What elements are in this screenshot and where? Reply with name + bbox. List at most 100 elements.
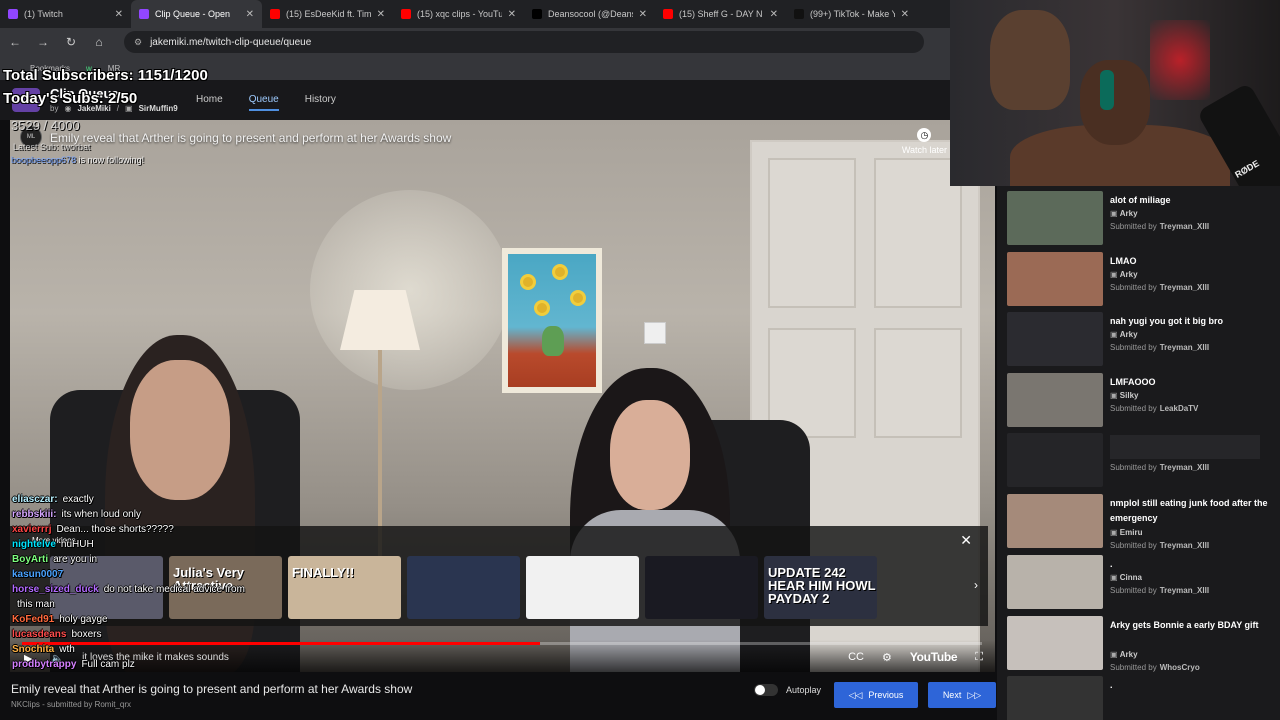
thumbnail-caption: UPDATE 242 HEAR HIM HOWL PAYDAY 2	[768, 565, 876, 606]
queue-item[interactable]: nah yugi you got it big bro ▣ Arky Submitt…	[1007, 312, 1272, 370]
queue-item[interactable]: . ▣ Cinna Submitted by Treyman_XIII	[1007, 555, 1272, 613]
queue-item-channel: ▣ Cinna	[1110, 573, 1142, 582]
site-info-icon[interactable]: ⚙	[134, 37, 142, 48]
browser-tab[interactable]: Deansocool (@Deansoc ✕	[524, 0, 655, 28]
chat-text: are you in	[53, 554, 98, 565]
chat-message: Snochita wth	[12, 642, 312, 657]
chat-message: this man	[12, 597, 312, 612]
related-video-thumbnail[interactable]	[407, 556, 520, 619]
chat-text: exactly	[62, 494, 94, 505]
captions-icon[interactable]: CC	[848, 651, 864, 663]
previous-button[interactable]: ◁◁ Previous	[834, 682, 918, 708]
queue-item-thumbnail[interactable]	[1007, 373, 1103, 427]
queue-item-thumbnail[interactable]	[1007, 191, 1103, 245]
related-video-thumbnail[interactable]	[526, 556, 639, 619]
queue-item[interactable]: alot of miliage ▣ Arky Submitted by Treyman…	[1007, 191, 1272, 249]
queue-item-title: Arky gets Bonnie a early BDAY gift	[1110, 620, 1259, 630]
total-subs: Total Subscribers: 1151/1200	[3, 67, 208, 84]
queue-item-thumbnail[interactable]	[1007, 312, 1103, 366]
autoplay-label: Autoplay	[786, 685, 822, 695]
close-tab-icon[interactable]: ✕	[770, 9, 778, 20]
submitter-name: Treyman_XIII	[1159, 222, 1210, 231]
url-field[interactable]: ⚙ jakemiki.me/twitch-clip-queue/queue	[124, 31, 924, 53]
queue-item[interactable]: nmplol still eating junk food after the …	[1007, 494, 1272, 552]
video-title-overlay[interactable]: Emily reveal that Arther is going to pre…	[50, 131, 451, 145]
submitter-name: Treyman_XIII	[1159, 283, 1210, 292]
queue-item[interactable]: .	[1007, 676, 1272, 720]
screen: (1) Twitch ✕ Clip Queue - Open ✕ (15) EsDeeK…	[0, 0, 1280, 720]
chat-text: this man	[17, 599, 55, 610]
gear-icon[interactable]: ⚙	[882, 651, 892, 664]
queue-item-submitter: Submitted by LeakDaTV	[1110, 404, 1198, 413]
channel-name: Arky	[1119, 209, 1138, 218]
queue-item-submitter: Submitted by Treyman_XIII	[1110, 586, 1209, 595]
chat-message: BoyArti are you in	[12, 552, 312, 567]
queue-item-thumbnail[interactable]	[1007, 555, 1103, 609]
related-video-thumbnail[interactable]	[645, 556, 758, 619]
queue-item[interactable]: Arky gets Bonnie a early BDAY gift ▣ Arky…	[1007, 616, 1272, 674]
tab-title: (15) xqc clips - YouTube	[417, 9, 502, 19]
watch-later-button[interactable]: ◷ Watch later	[902, 128, 947, 155]
toggle-switch[interactable]	[754, 684, 778, 696]
next-button[interactable]: Next ▷▷	[928, 682, 996, 708]
chat-username: nightelve	[12, 539, 56, 550]
submitted-prefix: Submitted by	[1110, 404, 1157, 413]
browser-tab[interactable]: Clip Queue - Open ✕	[131, 0, 262, 28]
tab-title: (99+) TikTok - Make You	[810, 9, 895, 19]
submitted-prefix: Submitted by	[1110, 541, 1157, 550]
queue-item-submitter: Submitted by Treyman_XIII	[1110, 222, 1209, 231]
tab-title: Deansocool (@Deansoc	[548, 9, 633, 19]
queue-item[interactable]: Submitted by Treyman_XIII	[1007, 433, 1272, 491]
channel-name: Silky	[1119, 391, 1139, 400]
channel-name: Emiru	[1119, 528, 1143, 537]
queue-item-thumbnail[interactable]	[1007, 494, 1103, 548]
queue-item[interactable]: LMAO ▣ Arky Submitted by Treyman_XIII	[1007, 252, 1272, 310]
chat-username: BoyArti	[12, 554, 49, 565]
fullscreen-icon[interactable]: ⛶	[975, 651, 983, 664]
latest-sub: Latest Sub: tworbat	[13, 142, 91, 152]
close-tab-icon[interactable]: ✕	[901, 9, 909, 20]
twitch-icon: ▣	[1110, 650, 1120, 659]
youtube-logo[interactable]: YouTube	[910, 650, 958, 664]
queue-item-thumbnail[interactable]	[1007, 616, 1103, 670]
browser-tab[interactable]: (99+) TikTok - Make You ✕	[786, 0, 917, 28]
queue-item-title: alot of miliage	[1110, 195, 1171, 205]
submitted-prefix: Submitted by	[1110, 463, 1157, 472]
chat-username: kasun0007	[12, 569, 64, 580]
close-icon[interactable]: ✕	[960, 532, 972, 549]
close-tab-icon[interactable]: ✕	[377, 9, 385, 20]
browser-tab[interactable]: (15) EsDeeKid ft. Timoth ✕	[262, 0, 393, 28]
nav-queue[interactable]: Queue	[248, 94, 279, 111]
submitter-name: Treyman_XIII	[1159, 343, 1210, 352]
reload-icon[interactable]: ↻	[64, 35, 78, 49]
nav-history[interactable]: History	[305, 94, 336, 111]
queue-item-thumbnail[interactable]	[1007, 433, 1103, 487]
chat-username: prodbytrappy	[12, 659, 77, 670]
close-tab-icon[interactable]: ✕	[508, 9, 516, 20]
todays-subs: Today's Subs: 2/50	[3, 90, 138, 107]
related-video-thumbnail[interactable]: UPDATE 242 HEAR HIM HOWL PAYDAY 2	[764, 556, 877, 619]
browser-tab[interactable]: (15) xqc clips - YouTube ✕	[393, 0, 524, 28]
queue-item-thumbnail[interactable]	[1007, 676, 1103, 720]
url-text: jakemiki.me/twitch-clip-queue/queue	[150, 36, 312, 48]
close-tab-icon[interactable]: ✕	[115, 9, 123, 20]
close-tab-icon[interactable]: ✕	[639, 9, 647, 20]
back-icon[interactable]: ←	[8, 35, 22, 49]
browser-tab[interactable]: (15) Sheff G - DAY N NI ✕	[655, 0, 786, 28]
home-icon[interactable]: ⌂	[92, 35, 106, 49]
chevron-right-icon[interactable]: ›	[974, 578, 978, 592]
queue-item[interactable]: LMFAOOO ▣ Silky Submitted by LeakDaTV	[1007, 373, 1272, 431]
chat-message: horse_sized_duck do not take medical advi…	[12, 582, 312, 597]
chat-message: xavierrrj Dean... those shorts?????	[12, 522, 312, 537]
autoplay-toggle[interactable]: Autoplay	[754, 684, 821, 696]
follow-user: boopbeeopp678	[11, 155, 77, 165]
clip-queue-list: alot of miliage ▣ Arky Submitted by Treyman…	[997, 186, 1280, 720]
browser-tab[interactable]: (1) Twitch ✕	[0, 0, 131, 28]
chat-message: nightelve huHUH	[12, 537, 312, 552]
queue-item-channel: ▣ Arky	[1110, 650, 1138, 659]
close-tab-icon[interactable]: ✕	[246, 9, 254, 20]
chat-text: wth	[59, 644, 75, 655]
forward-icon[interactable]: →	[36, 35, 50, 49]
queue-item-thumbnail[interactable]	[1007, 252, 1103, 306]
follow-alert: boopbeeopp678 is now following!	[11, 155, 144, 165]
